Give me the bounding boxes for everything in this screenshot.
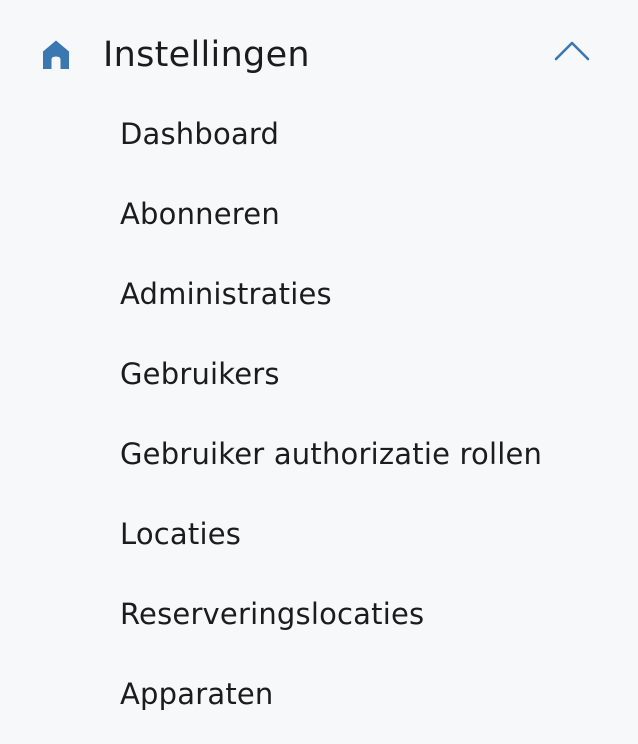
submenu-item-locaties[interactable]: Locaties bbox=[120, 509, 241, 559]
submenu-item-administraties[interactable]: Administraties bbox=[120, 269, 332, 319]
settings-nav-section: Instellingen Dashboard Abonneren Adminis… bbox=[0, 0, 638, 744]
submenu-item-gebruiker-authorizatie-rollen[interactable]: Gebruiker authorizatie rollen bbox=[120, 429, 542, 479]
home-icon bbox=[43, 40, 69, 69]
submenu-item-reserveringslocaties[interactable]: Reserveringslocaties bbox=[120, 589, 424, 639]
submenu-item-apparaten[interactable]: Apparaten bbox=[120, 669, 274, 719]
submenu-item-dashboard[interactable]: Dashboard bbox=[120, 109, 279, 159]
chevron-up-icon[interactable] bbox=[554, 40, 590, 62]
section-title: Instellingen bbox=[103, 35, 310, 75]
settings-section-toggle[interactable]: Instellingen bbox=[0, 0, 638, 110]
submenu-item-abonneren[interactable]: Abonneren bbox=[120, 189, 280, 239]
submenu-item-gebruikers[interactable]: Gebruikers bbox=[120, 349, 280, 399]
